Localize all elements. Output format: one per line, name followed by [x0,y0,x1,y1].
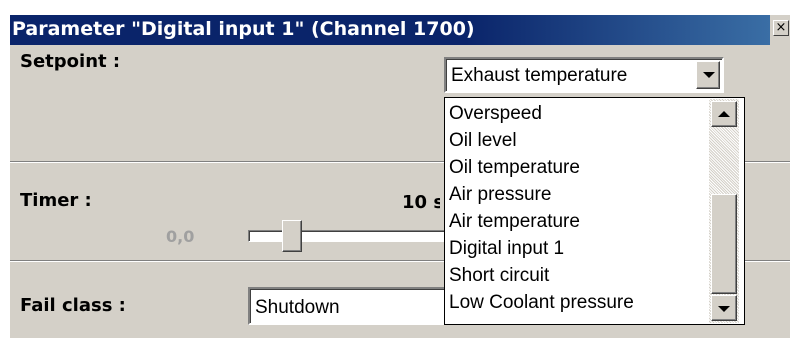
timer-slider-thumb[interactable] [282,220,302,252]
scroll-down-button[interactable] [711,295,737,321]
list-item[interactable]: Air pressure [449,181,551,208]
setpoint-selected-value: Exhaust temperature [451,65,628,86]
timer-value-clip: 10 s [402,190,440,216]
list-item[interactable]: Air temperature [449,208,580,235]
parameter-dialog: Parameter "Digital input 1" (Channel 170… [10,15,790,338]
close-button[interactable]: × [773,20,789,36]
scroll-up-button[interactable] [711,101,737,127]
fail-class-selected-value: Shutdown [255,297,340,318]
list-item[interactable]: Digital input 1 [449,235,564,262]
setpoint-dropdown-list: Overspeed Oil level Oil temperature Air … [444,97,745,325]
timer-min-value: 0,0 [166,227,195,246]
list-item[interactable]: Low Coolant pressure [449,289,634,316]
dropdown-scrollbar[interactable] [709,99,739,323]
timer-label: Timer : [20,190,92,211]
fail-class-label: Fail class : [20,295,126,316]
list-item[interactable]: Short circuit [449,262,549,289]
window-title: Parameter "Digital input 1" (Channel 170… [12,18,475,40]
timer-slider-track[interactable] [248,230,448,242]
list-item[interactable]: Oil level [449,127,517,154]
scroll-up-icon [718,111,730,117]
setpoint-combo[interactable]: Exhaust temperature [444,57,724,93]
timer-value: 10 s [402,192,440,213]
setpoint-dropdown-button[interactable] [696,61,720,89]
chevron-down-icon [703,72,715,78]
list-item[interactable]: Overspeed [449,100,542,127]
title-bar: Parameter "Digital input 1" (Channel 170… [10,15,790,45]
scroll-down-icon [718,306,730,312]
fail-class-combo[interactable]: Shutdown [248,287,448,325]
scrollbar-thumb[interactable] [711,194,737,294]
close-icon: × [775,20,787,35]
list-item[interactable]: Oil temperature [449,154,580,181]
setpoint-label: Setpoint : [20,51,121,72]
